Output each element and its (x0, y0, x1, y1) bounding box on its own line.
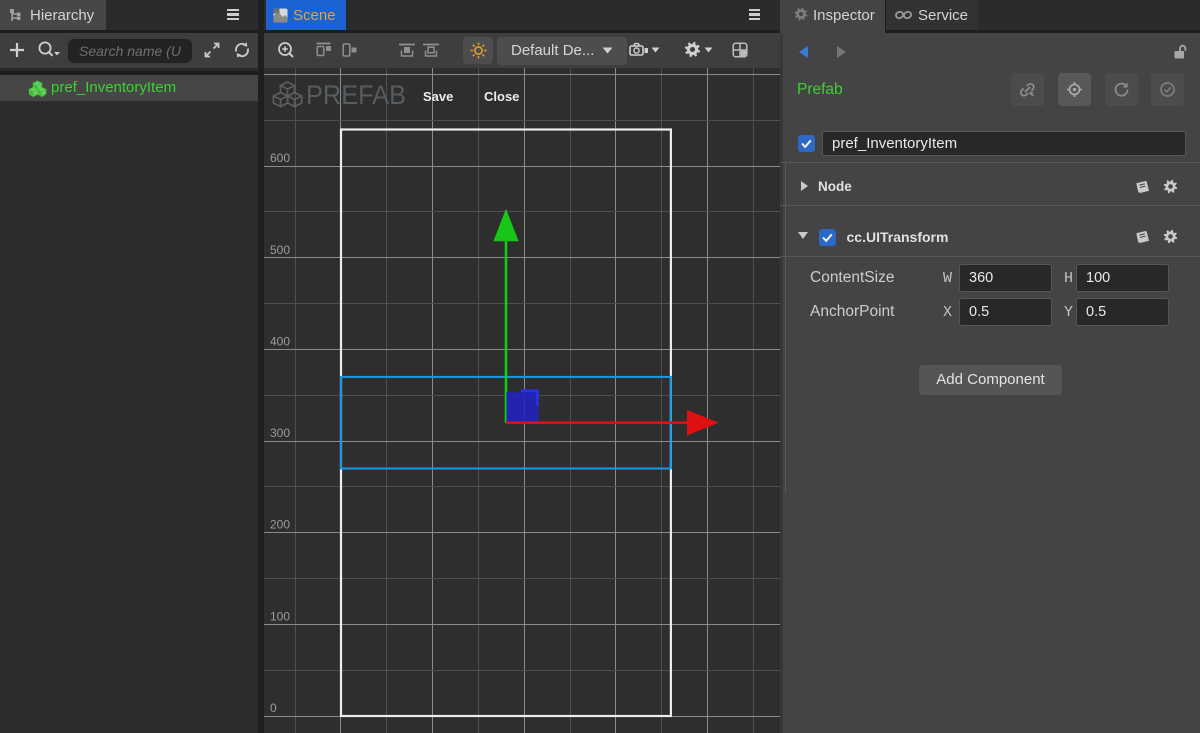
svg-text:PREFAB: PREFAB (306, 80, 406, 110)
svg-text:Save: Save (423, 89, 453, 104)
svg-text:500: 500 (270, 243, 290, 257)
svg-text:Close: Close (484, 89, 519, 104)
svg-text:400: 400 (270, 334, 290, 348)
svg-text:100: 100 (270, 609, 290, 623)
svg-text:200: 200 (270, 518, 290, 532)
svg-text:600: 600 (270, 151, 290, 165)
svg-text:0: 0 (270, 701, 277, 715)
svg-text:300: 300 (270, 426, 290, 440)
